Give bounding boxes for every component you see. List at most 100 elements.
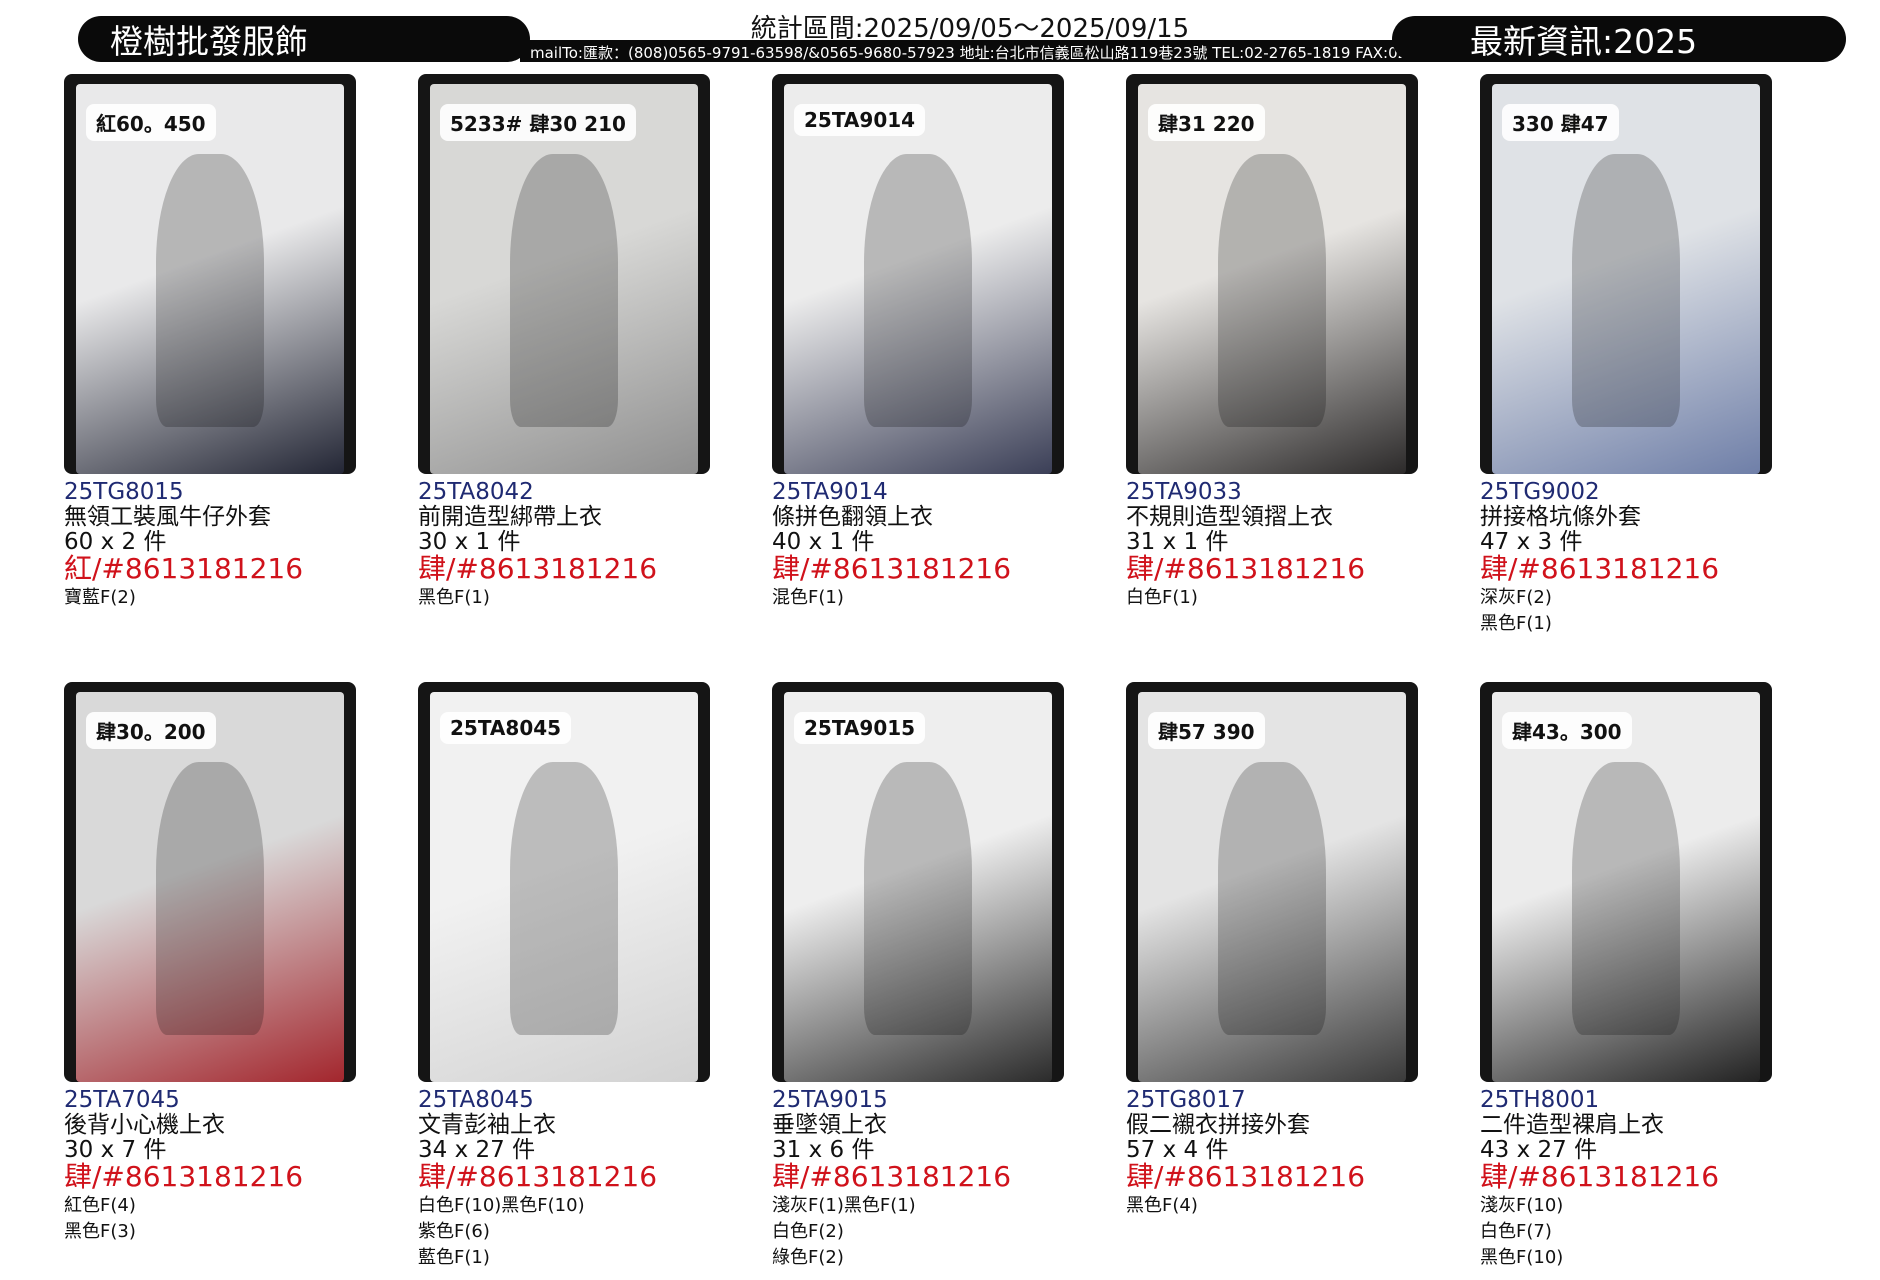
photo-overlay-text: 肆57 390: [1148, 712, 1265, 749]
latest-info-banner: 最新資訊:2025: [1392, 16, 1846, 62]
variant-list: 紅色F(4) 黑色F(3): [64, 1193, 364, 1245]
variant-list: 黑色F(1): [418, 585, 718, 611]
product-card[interactable]: 25TA9014 25TA9014 條拼色翻領上衣 40 x 1 件 肆/#86…: [772, 74, 1072, 611]
variant-item: 綠色F(2): [772, 1247, 844, 1268]
statistics-period: 統計區間:2025/09/05～2025/09/15: [750, 14, 1190, 44]
photo-overlay-text: 肆31 220: [1148, 104, 1265, 141]
photo-overlay-text: 25TA9014: [794, 104, 926, 136]
order-number: 肆/#8613181216: [418, 1160, 658, 1193]
order-number: 肆/#8613181216: [1126, 552, 1366, 585]
photo-overlay-text: 330 肆47: [1502, 104, 1619, 141]
product-name: 不規則造型領摺上衣: [1126, 504, 1333, 530]
shop-name-banner: 橙樹批發服飾: [78, 16, 530, 62]
product-card[interactable]: 肆57 390 25TG8017 假二襯衣拼接外套 57 x 4 件 肆/#86…: [1126, 682, 1426, 1219]
product-photo[interactable]: 25TA8045: [418, 682, 710, 1082]
order-number: 肆/#8613181216: [64, 1160, 304, 1193]
variant-list: 白色F(10)黑色F(10) 紫色F(6) 藍色F(1): [418, 1193, 718, 1271]
variant-item: 紫色F(6): [418, 1221, 490, 1242]
product-photo[interactable]: 肆43。300: [1480, 682, 1772, 1082]
photo-overlay-text: 5233# 肆30 210: [440, 104, 636, 141]
order-number: 肆/#8613181216: [772, 1160, 1012, 1193]
variant-list: 淺灰F(1)黑色F(1) 白色F(2) 綠色F(2): [772, 1193, 1072, 1271]
order-number: 肆/#8613181216: [1480, 1160, 1720, 1193]
variant-item: 黑色F(4): [1126, 1195, 1198, 1216]
photo-screen: [1138, 84, 1406, 474]
variant-item: 寶藍F(2): [64, 587, 136, 608]
product-photo[interactable]: 25TA9014: [772, 74, 1064, 474]
photo-overlay-text: 紅60。450: [86, 104, 216, 141]
variant-item: 深灰F(2): [1480, 587, 1552, 608]
variant-item: 白色F(7): [1480, 1221, 1552, 1242]
product-code: 25TA9033: [1126, 479, 1242, 505]
product-photo[interactable]: 330 肆47: [1480, 74, 1772, 474]
photo-overlay-text: 肆30。200: [86, 712, 216, 749]
product-code: 25TG8017: [1126, 1087, 1246, 1113]
order-number: 肆/#8613181216: [772, 552, 1012, 585]
product-card[interactable]: 330 肆47 25TG9002 拼接格坑條外套 47 x 3 件 肆/#861…: [1480, 74, 1780, 637]
product-name: 文青彭袖上衣: [418, 1112, 556, 1138]
variant-list: 黑色F(4): [1126, 1193, 1426, 1219]
variant-item: 淺灰F(10): [1480, 1195, 1564, 1216]
photo-screen: [1138, 692, 1406, 1082]
photo-screen: [430, 84, 698, 474]
photo-screen: [76, 84, 344, 474]
product-photo[interactable]: 肆31 220: [1126, 74, 1418, 474]
variant-item: 黑色F(3): [64, 1221, 136, 1242]
product-name: 無領工裝風牛仔外套: [64, 504, 271, 530]
photo-screen: [76, 692, 344, 1082]
product-code: 25TG9002: [1480, 479, 1600, 505]
variant-item: 黑色F(1): [1480, 613, 1552, 634]
product-code: 25TH8001: [1480, 1087, 1600, 1113]
product-card[interactable]: 肆30。200 25TA7045 後背小心機上衣 30 x 7 件 肆/#861…: [64, 682, 364, 1245]
product-name: 二件造型裸肩上衣: [1480, 1112, 1664, 1138]
product-code: 25TG8015: [64, 479, 184, 505]
variant-item: 淺灰F(1)黑色F(1): [772, 1195, 916, 1216]
variant-list: 深灰F(2) 黑色F(1): [1480, 585, 1780, 637]
variant-list: 白色F(1): [1126, 585, 1426, 611]
variant-item: 紅色F(4): [64, 1195, 136, 1216]
contact-info: mailTo:匯款：(808)0565-9791-63598/&0565-968…: [530, 44, 1410, 62]
product-card[interactable]: 肆43。300 25TH8001 二件造型裸肩上衣 43 x 27 件 肆/#8…: [1480, 682, 1780, 1271]
photo-screen: [1492, 84, 1760, 474]
variant-list: 淺灰F(10) 白色F(7) 黑色F(10): [1480, 1193, 1780, 1271]
photo-overlay-text: 肆43。300: [1502, 712, 1632, 749]
latest-info: 最新資訊:2025: [1470, 22, 1698, 61]
product-name: 後背小心機上衣: [64, 1112, 225, 1138]
variant-item: 藍色F(1): [418, 1247, 490, 1268]
photo-overlay-text: 25TA8045: [440, 712, 572, 744]
order-number: 肆/#8613181216: [418, 552, 658, 585]
product-card[interactable]: 紅60。450 25TG8015 無領工裝風牛仔外套 60 x 2 件 紅/#8…: [64, 74, 364, 611]
photo-screen: [784, 692, 1052, 1082]
variant-item: 黑色F(1): [418, 587, 490, 608]
variant-item: 黑色F(10): [1480, 1247, 1564, 1268]
product-name: 假二襯衣拼接外套: [1126, 1112, 1310, 1138]
order-number: 紅/#8613181216: [64, 552, 304, 585]
photo-screen: [784, 84, 1052, 474]
product-code: 25TA8045: [418, 1087, 534, 1113]
photo-screen: [1492, 692, 1760, 1082]
product-name: 垂墜領上衣: [772, 1112, 887, 1138]
product-card[interactable]: 25TA9015 25TA9015 垂墜領上衣 31 x 6 件 肆/#8613…: [772, 682, 1072, 1271]
order-number: 肆/#8613181216: [1126, 1160, 1366, 1193]
product-photo[interactable]: 25TA9015: [772, 682, 1064, 1082]
product-name: 拼接格坑條外套: [1480, 504, 1641, 530]
product-photo[interactable]: 肆57 390: [1126, 682, 1418, 1082]
photo-screen: [430, 692, 698, 1082]
variant-item: 混色F(1): [772, 587, 844, 608]
product-code: 25TA9015: [772, 1087, 888, 1113]
variant-item: 白色F(2): [772, 1221, 844, 1242]
product-name: 條拼色翻領上衣: [772, 504, 933, 530]
product-photo[interactable]: 紅60。450: [64, 74, 356, 474]
variant-list: 寶藍F(2): [64, 585, 364, 611]
order-number: 肆/#8613181216: [1480, 552, 1720, 585]
product-card[interactable]: 肆31 220 25TA9033 不規則造型領摺上衣 31 x 1 件 肆/#8…: [1126, 74, 1426, 611]
product-code: 25TA8042: [418, 479, 534, 505]
product-photo[interactable]: 5233# 肆30 210: [418, 74, 710, 474]
shop-name: 橙樹批發服飾: [110, 22, 308, 61]
product-photo[interactable]: 肆30。200: [64, 682, 356, 1082]
product-name: 前開造型綁帶上衣: [418, 504, 602, 530]
product-card[interactable]: 25TA8045 25TA8045 文青彭袖上衣 34 x 27 件 肆/#86…: [418, 682, 718, 1271]
photo-overlay-text: 25TA9015: [794, 712, 926, 744]
product-card[interactable]: 5233# 肆30 210 25TA8042 前開造型綁帶上衣 30 x 1 件…: [418, 74, 718, 611]
product-code: 25TA7045: [64, 1087, 180, 1113]
